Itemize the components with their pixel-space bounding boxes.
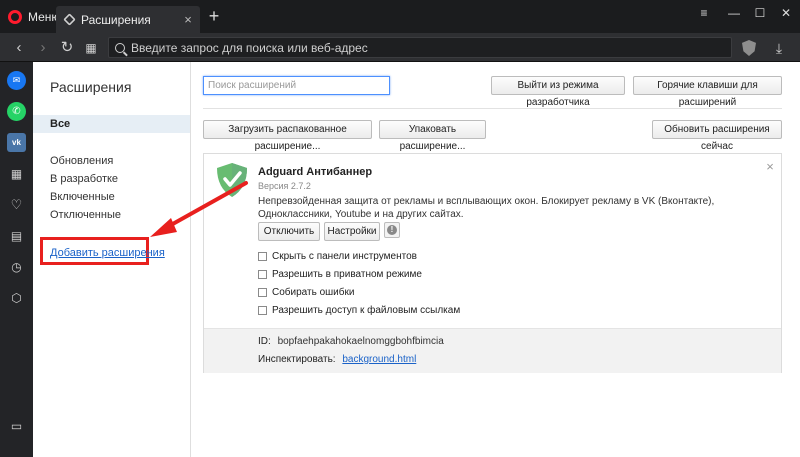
messenger-icon[interactable]: ✉ — [7, 71, 26, 90]
extensions-page: Расширения Все Обновления В разработке В… — [33, 62, 800, 457]
minimize-icon[interactable]: — — [722, 6, 746, 22]
url-field[interactable] — [108, 37, 732, 58]
nav-developer[interactable]: В разработке — [50, 173, 118, 185]
extension-description: Непревзойденная защита от рекламы и вспл… — [258, 196, 715, 220]
pack-extension-button[interactable]: Упаковать расширение... — [379, 120, 486, 152]
id-value: bopfaehpakahokaelnomggbohfbimcia — [277, 336, 444, 347]
history-icon[interactable]: ◷ — [7, 257, 26, 276]
option-private-mode[interactable]: Разрешить в приватном режиме — [258, 269, 422, 280]
nav-disabled[interactable]: Отключенные — [50, 209, 121, 221]
exit-developer-mode-button[interactable]: Выйти из режима разработчика — [491, 76, 625, 108]
reload-icon[interactable]: ↻ — [58, 39, 76, 57]
address-bar: ‹ › ↻ ▦ ⤓ — [0, 33, 800, 62]
checkbox[interactable] — [258, 288, 267, 297]
new-tab-button[interactable]: + — [206, 7, 222, 25]
nav-all[interactable]: Все — [33, 115, 190, 133]
adblock-shield-icon[interactable] — [742, 40, 756, 56]
inspect-row: Инспектировать: background.html — [258, 354, 416, 365]
extensions-cube-icon[interactable]: ⬡ — [7, 288, 26, 307]
tab-menu-icon[interactable]: ≡ — [692, 6, 716, 22]
divider — [203, 108, 782, 109]
opera-logo-icon — [8, 10, 22, 24]
settings-button[interactable]: Настройки — [324, 222, 380, 241]
close-window-icon[interactable]: ✕ — [774, 6, 798, 22]
option-file-urls[interactable]: Разрешить доступ к файловым ссылкам — [258, 305, 460, 316]
update-extensions-button[interactable]: Обновить расширения сейчас — [652, 120, 782, 152]
checkbox[interactable] — [258, 252, 267, 261]
option-label: Разрешить доступ к файловым ссылкам — [272, 305, 461, 316]
checkbox[interactable] — [258, 306, 267, 315]
remove-extension-icon[interactable]: × — [764, 160, 776, 173]
tab-extensions[interactable]: Расширения × — [56, 6, 200, 33]
option-hide-toolbar[interactable]: Скрыть с панели инструментов — [258, 251, 417, 262]
checkbox[interactable] — [258, 270, 267, 279]
back-icon[interactable]: ‹ — [10, 39, 28, 57]
hotkeys-button[interactable]: Горячие клавиши для расширений — [633, 76, 782, 108]
whatsapp-icon[interactable]: ✆ — [7, 102, 26, 121]
sidebar-toggle-icon[interactable]: ▭ — [7, 416, 26, 435]
extension-card: Adguard Антибаннер Версия 2.7.2 Непревзо… — [203, 153, 782, 373]
maximize-icon[interactable]: ☐ — [748, 6, 772, 22]
forward-icon[interactable]: › — [34, 39, 52, 57]
nav-updates[interactable]: Обновления — [50, 155, 113, 167]
option-collect-errors[interactable]: Собирать ошибки — [258, 287, 354, 298]
option-label: Скрыть с панели инструментов — [272, 251, 417, 262]
download-icon[interactable]: ⤓ — [770, 39, 788, 57]
option-label: Разрешить в приватном режиме — [272, 269, 422, 280]
extensions-sidebar: Расширения Все Обновления В разработке В… — [33, 62, 191, 457]
info-icon: ! — [387, 225, 397, 235]
heart-icon[interactable]: ♡ — [7, 195, 26, 214]
load-unpacked-button[interactable]: Загрузить распакованное расширение... — [203, 120, 372, 152]
disable-button[interactable]: Отключить — [258, 222, 320, 241]
address-input[interactable] — [131, 40, 731, 55]
option-label: Собирать ошибки — [272, 287, 355, 298]
opera-sidebar: ✉ ✆ vk ▦ ♡ ▤ ◷ ⬡ ▭ — [0, 62, 33, 457]
id-label: ID: — [258, 336, 271, 347]
search-icon — [115, 42, 125, 53]
tab-title: Расширения — [81, 12, 151, 27]
extension-search[interactable] — [203, 76, 390, 95]
extensions-icon — [63, 13, 76, 26]
extension-id-row: ID: bopfaehpakahokaelnomggbohfbimcia — [258, 336, 444, 347]
speed-dial-grid-icon[interactable]: ▦ — [7, 164, 26, 183]
add-extensions-link[interactable]: Добавить расширения — [50, 247, 165, 259]
nav-enabled[interactable]: Включенные — [50, 191, 115, 203]
extensions-content: Выйти из режима разработчика Горячие кла… — [203, 62, 793, 457]
page-title: Расширения — [50, 79, 132, 95]
tab-bar: Меню Расширения × + ≡ — ☐ ✕ — [0, 0, 800, 33]
vk-icon[interactable]: vk — [7, 133, 26, 152]
news-icon[interactable]: ▤ — [7, 226, 26, 245]
speed-dial-icon[interactable]: ▦ — [82, 39, 100, 57]
extension-meta: ID: bopfaehpakahokaelnomggbohfbimcia Инс… — [204, 328, 781, 373]
extension-search-input[interactable] — [204, 77, 389, 94]
opera-menu-button[interactable]: Меню — [8, 8, 60, 26]
adguard-shield-icon — [217, 163, 247, 197]
inspect-label: Инспектировать: — [258, 354, 336, 365]
extension-version: Версия 2.7.2 — [258, 181, 311, 191]
extension-name: Adguard Антибаннер — [258, 166, 373, 178]
tab-close-icon[interactable]: × — [180, 12, 196, 28]
details-button[interactable]: ! — [384, 222, 400, 238]
background-page-link[interactable]: background.html — [342, 354, 416, 365]
